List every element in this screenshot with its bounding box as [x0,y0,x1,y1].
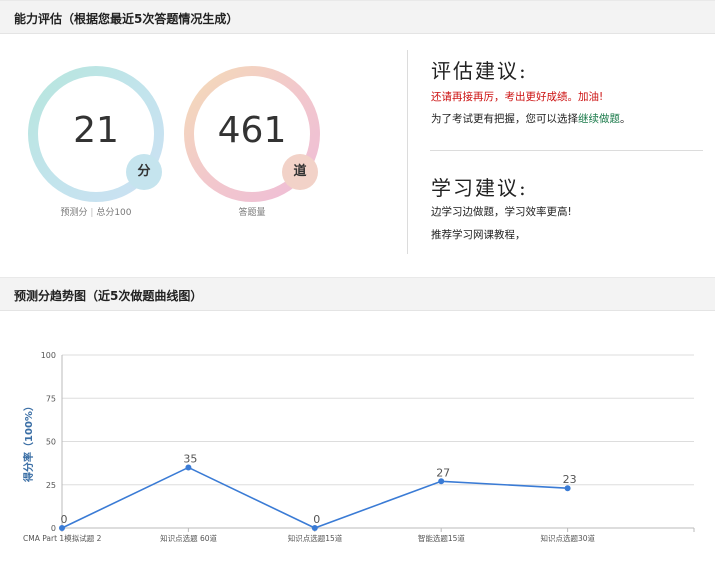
question-unit-badge: 道 [282,154,318,190]
x-tick-label: 知识点选题30道 [541,533,596,543]
total-score-label: 总分100 [96,208,132,218]
x-tick-label: 知识点选题15道 [288,533,343,543]
y-tick-label: 50 [46,438,56,447]
y-tick-label: 0 [51,524,56,533]
x-tick-label: 知识点选题 60道 [160,533,217,543]
y-axis-label: 得分率（100%） [22,401,35,483]
vertical-divider [407,50,408,254]
data-label: 35 [183,452,197,465]
y-tick-label: 75 [46,394,56,403]
x-tick-label: CMA Part 1模拟试题 2 [23,533,102,543]
x-tick-label: 智能选题15道 [418,533,466,543]
trend-section-title: 预测分趋势图（近5次做题曲线图） [14,289,203,303]
study-tip: 边学习边做题，学习效率更高! [431,206,572,218]
continue-practice-link[interactable]: 继续做题 [578,113,620,125]
horizontal-divider [430,150,703,151]
ability-section-title: 能力评估（根据您最近5次答题情况生成） [14,12,239,26]
ability-section-header: 能力评估（根据您最近5次答题情况生成） [0,0,715,34]
y-tick-label: 25 [46,481,56,490]
study-recommendation: 推荐学习网课教程， [431,229,526,241]
predicted-score-caption: 预测分 | 总分100 [60,208,132,218]
question-count-ring: 461 道 [184,66,320,202]
data-label: 23 [563,473,577,486]
study-title: 学习建议: [431,176,528,200]
predicted-score-value: 21 [73,110,119,151]
assessment-title: 评估建议: [431,59,528,83]
question-count-caption: 答题量 [238,208,266,218]
data-label: 27 [436,466,450,479]
assessment-message: 还请再接再厉，考出更好成绩。加油! [431,91,604,103]
y-tick-label: 100 [41,351,56,360]
data-label: 0 [61,513,68,526]
predicted-score-ring: 21 分 [28,66,164,202]
predicted-score-label: 预测分 [60,208,88,218]
data-label: 0 [313,513,320,526]
trend-section-header: 预测分趋势图（近5次做题曲线图） [0,277,715,311]
question-count-value: 461 [217,110,287,151]
assessment-suggestion: 为了考试更有把握，您可以选择继续做题。 [431,113,631,125]
score-unit-badge: 分 [126,154,162,190]
score-trend-chart: 0255075100 0CMA Part 1模拟试题 235知识点选题 60道0… [22,351,695,543]
